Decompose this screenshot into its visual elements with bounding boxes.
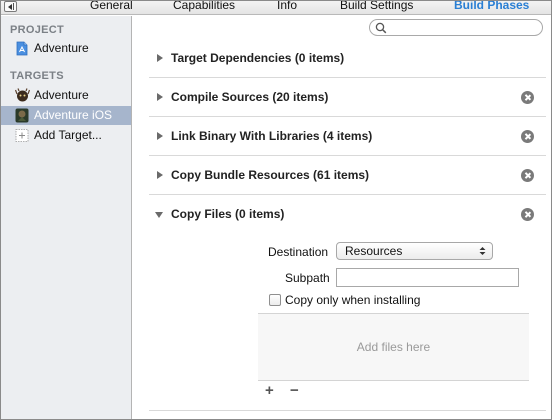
- delete-phase-icon[interactable]: [521, 91, 534, 104]
- project-target-sidebar: PROJECT Adventure TARGETS Adventure Adve…: [1, 16, 132, 419]
- build-phases-editor: Target Dependencies (0 items) Compile So…: [132, 16, 551, 419]
- delete-phase-icon[interactable]: [521, 208, 534, 221]
- delete-phase-icon[interactable]: [521, 130, 534, 143]
- sidebar-item-project-adventure[interactable]: Adventure: [1, 39, 131, 58]
- phase-compile-sources[interactable]: Compile Sources (20 items): [149, 78, 546, 117]
- phase-title: Target Dependencies (0 items): [171, 51, 345, 65]
- destination-select[interactable]: Resources: [336, 242, 493, 260]
- phase-title: Copy Files (0 items): [171, 207, 285, 221]
- targets-section-heading: TARGETS: [10, 70, 64, 82]
- subpath-field[interactable]: [336, 268, 519, 287]
- disclosure-triangle-icon[interactable]: [155, 212, 163, 218]
- phase-link-binary[interactable]: Link Binary With Libraries (4 items): [149, 117, 546, 156]
- subpath-label: Subpath: [285, 271, 330, 285]
- sidebar-item-label: Adventure: [34, 88, 89, 102]
- phase-title: Copy Bundle Resources (61 items): [171, 168, 370, 182]
- tab-capabilities[interactable]: Capabilities: [173, 1, 235, 12]
- chevron-left-icon: [8, 4, 12, 10]
- select-arrows-icon: [479, 247, 486, 255]
- files-drop-zone[interactable]: Add files here: [258, 313, 529, 381]
- add-target-icon: [15, 128, 29, 143]
- add-file-button[interactable]: +: [265, 382, 274, 399]
- add-target-button[interactable]: Add Target...: [1, 126, 131, 145]
- divider: [149, 410, 546, 411]
- app-target-icon: [14, 88, 31, 103]
- disclosure-triangle-icon[interactable]: [157, 132, 163, 140]
- sidebar-item-target-adventure[interactable]: Adventure: [1, 86, 131, 105]
- sidebar-item-target-adventure-ios[interactable]: Adventure iOS: [1, 106, 131, 125]
- phase-title: Link Binary With Libraries (4 items): [171, 129, 373, 143]
- toggle-navigator-button[interactable]: [4, 1, 17, 12]
- sidebar-item-label: Adventure: [34, 41, 89, 55]
- disclosure-triangle-icon[interactable]: [157, 93, 163, 101]
- ios-app-target-icon: [15, 108, 29, 123]
- copy-only-when-installing-label: Copy only when installing: [285, 293, 421, 307]
- phase-title: Compile Sources (20 items): [171, 90, 329, 104]
- editor-tab-bar: General Capabilities Info Build Settings…: [1, 1, 551, 15]
- sidebar-item-label: Add Target...: [34, 128, 102, 142]
- build-phases-window: General Capabilities Info Build Settings…: [0, 0, 552, 420]
- phase-copy-files[interactable]: Copy Files (0 items): [149, 195, 546, 234]
- copy-only-when-installing-checkbox[interactable]: [269, 294, 281, 306]
- disclosure-triangle-icon[interactable]: [157, 54, 163, 62]
- destination-label: Destination: [268, 245, 329, 259]
- remove-file-button[interactable]: −: [290, 382, 299, 399]
- drop-hint: Add files here: [356, 340, 431, 354]
- project-file-icon: [15, 41, 29, 56]
- tab-build-settings[interactable]: Build Settings: [340, 1, 413, 12]
- tab-info[interactable]: Info: [277, 1, 297, 12]
- sidebar-item-label: Adventure iOS: [34, 108, 113, 122]
- tab-general[interactable]: General: [90, 1, 133, 12]
- phase-target-dependencies[interactable]: Target Dependencies (0 items): [149, 39, 546, 78]
- search-field[interactable]: [369, 19, 543, 36]
- delete-phase-icon[interactable]: [521, 169, 534, 182]
- phase-copy-bundle-resources[interactable]: Copy Bundle Resources (61 items): [149, 156, 546, 195]
- project-section-heading: PROJECT: [10, 24, 65, 36]
- destination-value: Resources: [345, 244, 403, 258]
- disclosure-triangle-icon[interactable]: [157, 171, 163, 179]
- divider-bar: [13, 3, 14, 10]
- search-icon: [375, 22, 387, 34]
- tab-build-phases[interactable]: Build Phases: [454, 1, 529, 12]
